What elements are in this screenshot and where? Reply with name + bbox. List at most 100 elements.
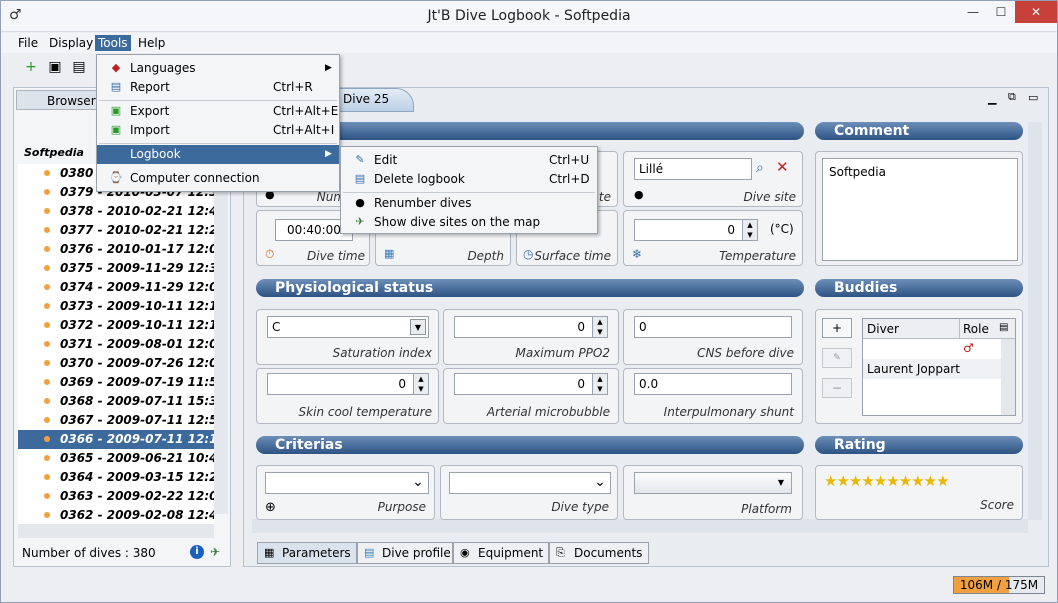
save-icon[interactable]: ▣ (45, 57, 65, 77)
platform-select[interactable]: ▼ (634, 472, 792, 494)
menu-tools[interactable]: Tools (95, 35, 131, 51)
tab-equipment[interactable]: ◉ Equipment (453, 542, 549, 564)
dive-list-item[interactable]: 0372 - 2009-10-11 12:11:00 (18, 316, 214, 335)
dive-list-item[interactable]: 0370 - 2009-07-26 12:00:00 (18, 354, 214, 373)
star-icon[interactable]: ★ (836, 472, 849, 490)
star-icon[interactable]: ★ (936, 472, 949, 490)
star-icon[interactable]: ★ (924, 472, 937, 490)
add-buddy-button[interactable]: + (822, 318, 852, 338)
new-logbook-icon[interactable]: + (21, 57, 41, 77)
depth-icon: ▦ (384, 247, 395, 260)
minimize-panel-icon[interactable]: ▁ (988, 92, 996, 105)
search-icon[interactable]: ⌕ (756, 160, 764, 176)
remove-buddy-button[interactable]: − (822, 378, 852, 398)
close-button[interactable]: ✕ (1015, 1, 1057, 23)
menu-item-import[interactable]: ▣ Import Ctrl+Alt+I (97, 121, 339, 140)
dive-list-item[interactable]: 0378 - 2010-02-21 12:45:00 (18, 202, 214, 221)
menu-item-edit[interactable]: ✎ Edit Ctrl+U (341, 151, 597, 170)
buddies-scrollbar[interactable] (1001, 339, 1015, 415)
dive-tab[interactable]: Dive 25 (334, 88, 414, 112)
col-role[interactable]: Role (963, 322, 989, 336)
dive-site-input[interactable]: Lillé (634, 158, 752, 180)
dive-list-item[interactable]: 0368 - 2009-07-11 15:33:00 (18, 392, 214, 411)
dive-list-item[interactable]: 0363 - 2009-02-22 12:01:00 (18, 487, 214, 506)
maximize-button[interactable]: ☐ (987, 1, 1015, 23)
star-icon[interactable]: ★ (824, 472, 837, 490)
main-hscrollbar[interactable] (252, 519, 1028, 533)
star-icon[interactable]: ★ (899, 472, 912, 490)
skin-input[interactable]: 0 (267, 373, 429, 395)
menu-item-languages[interactable]: ◆ Languages ▶ (97, 59, 339, 78)
clear-icon[interactable]: ✕ (776, 158, 789, 176)
interpulmonary-input[interactable]: 0.0 (634, 373, 792, 395)
dive-bullet-icon (44, 208, 50, 214)
rating-stars[interactable]: ★★★★★★★★★★ (824, 472, 950, 490)
col-diver[interactable]: Diver (867, 322, 899, 336)
map-icon[interactable]: ✈ (210, 545, 220, 559)
tab-documents[interactable]: ⎘ Documents (549, 542, 649, 564)
menu-item-export[interactable]: ▣ Export Ctrl+Alt+E (97, 102, 339, 121)
dive-list-label: 0376 - 2010-01-17 12:02:00 (60, 242, 214, 256)
dive-type-select[interactable]: ⌄ (449, 472, 611, 494)
menu-item-show-dive-sites[interactable]: ✈ Show dive sites on the map (341, 213, 597, 232)
menu-item-computer-connection[interactable]: ⌚ Computer connection (97, 169, 339, 188)
dive-list-item[interactable]: 0377 - 2010-02-21 12:23:00 (18, 221, 214, 240)
ppo2-spinner[interactable]: ▲ ▼ (592, 316, 608, 338)
dive-list-item[interactable]: 0367 - 2009-07-11 12:51:00 (18, 411, 214, 430)
browser-vscrollbar[interactable] (214, 166, 228, 514)
target-icon: ⊕ (265, 500, 276, 515)
star-icon[interactable]: ★ (849, 472, 862, 490)
browser-tab[interactable]: Browser (16, 90, 104, 110)
comment-header: Comment (815, 122, 1023, 140)
stopwatch-icon: ⏱ (265, 247, 275, 261)
menu-item-logbook[interactable]: Logbook ▶ (97, 145, 339, 164)
dive-list-item[interactable]: 0366 - 2009-07-11 12:12:00 (18, 430, 214, 449)
column-chooser-icon[interactable]: ▤ (999, 322, 1008, 333)
dive-bullet-icon (44, 455, 50, 461)
edit-buddy-button[interactable]: ✎ (822, 348, 852, 368)
browser-hscrollbar[interactable] (18, 524, 214, 538)
dive-bullet-icon (44, 379, 50, 385)
temperature-input[interactable]: 0 (634, 219, 758, 241)
ppo2-input[interactable]: 0 (454, 316, 608, 338)
dive-list-item[interactable]: 0371 - 2009-08-01 12:04:00 (18, 335, 214, 354)
temperature-spinner[interactable]: ▲ ▼ (742, 219, 758, 241)
menu-item-renumber-dives[interactable]: ● Renumber dives (341, 194, 597, 213)
dive-bullet-icon (44, 417, 50, 423)
minimize-button[interactable]: — (959, 1, 987, 23)
arterial-input[interactable]: 0 (454, 373, 608, 395)
restore-panel-icon[interactable]: ▭ (1028, 91, 1038, 104)
main-vscrollbar[interactable] (1028, 122, 1042, 520)
menu-file[interactable]: File (15, 35, 41, 51)
menu-item-report[interactable]: ▤ Report Ctrl+R (97, 78, 339, 97)
cns-input[interactable]: 0 (634, 316, 792, 338)
dive-list-item[interactable]: 0369 - 2009-07-19 11:59:00 (18, 373, 214, 392)
maximize-panel-icon[interactable]: ⧉ (1008, 90, 1016, 104)
tab-parameters[interactable]: ▦ Parameters (257, 542, 357, 564)
star-icon[interactable]: ★ (861, 472, 874, 490)
comment-textarea[interactable]: Softpedia (822, 158, 1018, 261)
arterial-box: 0 ▲ ▼ Arterial microbubble (443, 368, 619, 424)
arterial-spinner[interactable]: ▲ ▼ (592, 373, 608, 395)
menu-item-delete-logbook[interactable]: ▤ Delete logbook Ctrl+D (341, 170, 597, 189)
menu-display[interactable]: Display (46, 35, 96, 51)
dive-list-item[interactable]: 0375 - 2009-11-29 12:34:00 (18, 259, 214, 278)
dive-list-item[interactable]: 0365 - 2009-06-21 10:42:00 (18, 449, 214, 468)
dive-list-item[interactable]: 0364 - 2009-03-15 12:26:00 (18, 468, 214, 487)
menu-help[interactable]: Help (135, 35, 168, 51)
buddy-row[interactable]: Laurent Joppart (863, 359, 1001, 379)
info-icon[interactable]: i (190, 545, 204, 559)
dive-list-item[interactable]: 0362 - 2009-02-08 12:48:00 (18, 506, 214, 524)
purpose-select[interactable]: ⌄ (265, 472, 429, 494)
star-icon[interactable]: ★ (886, 472, 899, 490)
dive-list-item[interactable]: 0373 - 2009-10-11 12:11:00 (18, 297, 214, 316)
tab-dive-profile[interactable]: ▤ Dive profile (357, 542, 453, 564)
memory-bar[interactable]: 106M / 175M (953, 576, 1045, 594)
dive-list-item[interactable]: 0374 - 2009-11-29 12:05:00 (18, 278, 214, 297)
skin-spinner[interactable]: ▲ ▼ (413, 373, 429, 395)
dive-list-item[interactable]: 0376 - 2010-01-17 12:02:00 (18, 240, 214, 259)
star-icon[interactable]: ★ (911, 472, 924, 490)
star-icon[interactable]: ★ (874, 472, 887, 490)
save-as-icon[interactable]: ▤ (69, 57, 89, 77)
saturation-select[interactable]: C ▼ (267, 316, 429, 338)
